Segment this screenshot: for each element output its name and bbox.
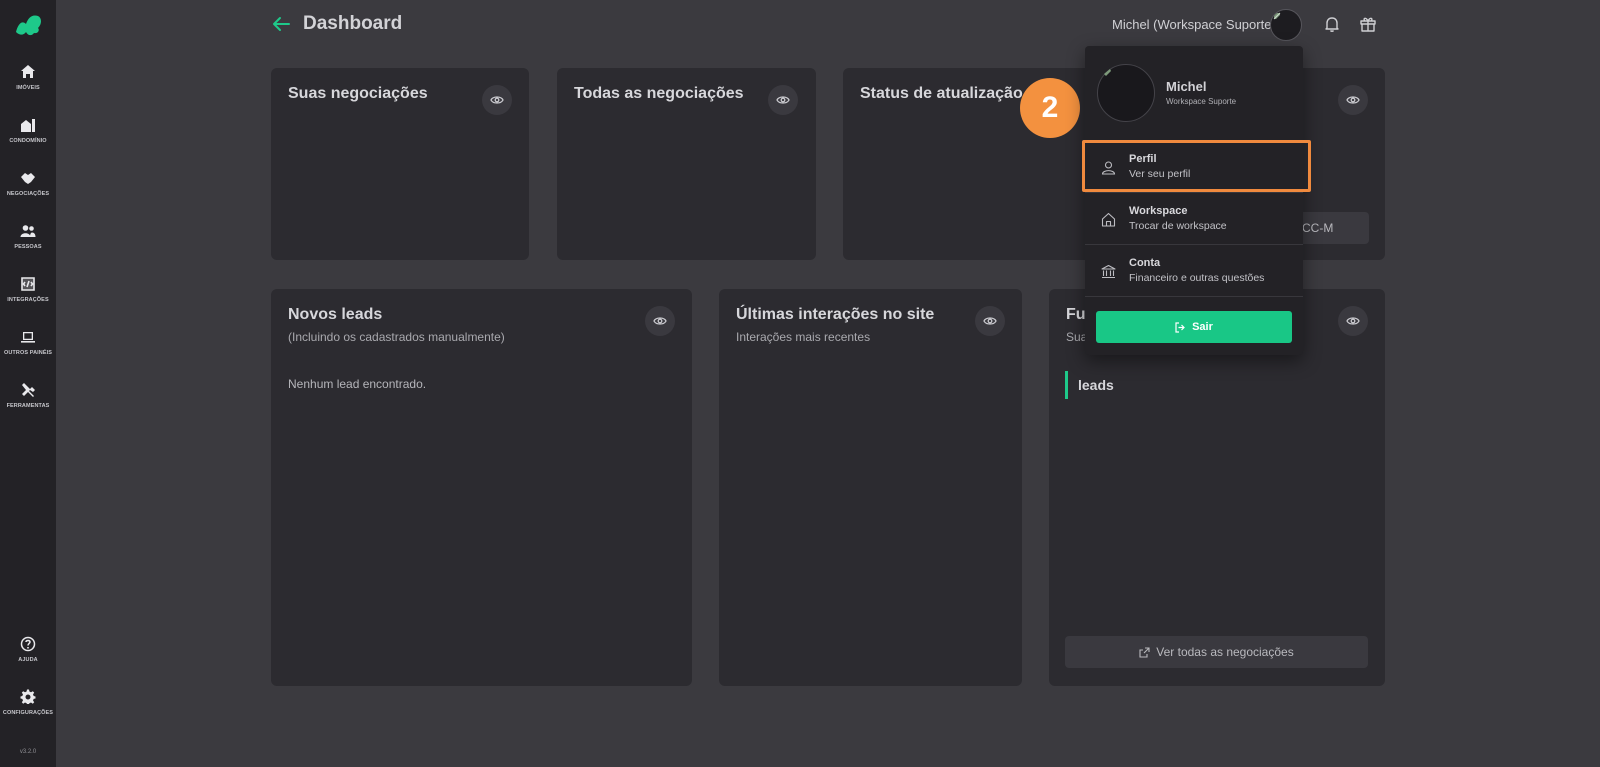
sidebar: IMÓVEIS CONDOMÍNIO NEGOCIAÇÕES PESSOAS I… — [0, 0, 56, 767]
step-badge: 2 — [1020, 78, 1080, 138]
eye-icon — [776, 96, 790, 104]
dropdown-item-subtitle: Ver seu perfil — [1129, 168, 1191, 180]
dropdown-item-title: Conta — [1129, 257, 1161, 269]
house-icon — [1101, 212, 1116, 227]
sidebar-item-negociacoes[interactable]: NEGOCIAÇÕES — [0, 170, 56, 197]
external-link-icon — [1139, 646, 1150, 658]
eye-icon — [1346, 317, 1360, 325]
users-icon — [20, 225, 36, 237]
bank-icon — [1101, 264, 1116, 279]
dropdown-workspace-name: Workspace Suporte — [1166, 97, 1237, 106]
card-suas-negociacoes: Suas negociações — [271, 68, 529, 260]
card-title: Todas as negociações — [574, 85, 744, 102]
sidebar-item-outros-paineis[interactable]: OUTROS PAINÉIS — [0, 329, 56, 356]
sidebar-item-label: PESSOAS — [14, 244, 42, 250]
card-ultimas-interacoes: Últimas interações no site Interações ma… — [719, 289, 1022, 686]
logout-label: Sair — [1192, 321, 1213, 333]
card-title: Suas negociações — [288, 85, 428, 102]
back-arrow-icon[interactable] — [271, 14, 291, 34]
card-title: Status de atualização — [860, 85, 1023, 102]
status-action-button[interactable]: CC-M — [1293, 212, 1369, 244]
visibility-toggle-button[interactable] — [975, 306, 1005, 336]
sidebar-item-imoveis[interactable]: IMÓVEIS — [0, 64, 56, 91]
sidebar-item-label: AJUDA — [18, 657, 38, 663]
sidebar-item-ferramentas[interactable]: FERRAMENTAS — [0, 382, 56, 409]
integration-icon — [21, 277, 35, 291]
dropdown-item-workspace[interactable]: Workspace Trocar de workspace — [1085, 192, 1303, 244]
laptop-icon — [21, 332, 35, 343]
logo-icon[interactable] — [12, 10, 44, 38]
dropdown-user-name: Michel — [1166, 79, 1207, 94]
app-version: v3.2.0 — [19, 749, 37, 755]
dropdown-divider — [1085, 296, 1303, 297]
bell-icon[interactable] — [1323, 15, 1341, 33]
visibility-toggle-button[interactable] — [768, 85, 798, 115]
broken-image-icon — [1273, 12, 1281, 20]
sidebar-item-label: IMÓVEIS — [16, 85, 40, 91]
sidebar-item-label: NEGOCIAÇÕES — [6, 191, 50, 197]
handshake-icon — [21, 173, 35, 184]
profile-dropdown: Michel Workspace Suporte Perfil Ver seu … — [1085, 46, 1303, 355]
funnel-stage-leads: leads — [1065, 371, 1114, 399]
eye-icon — [490, 96, 504, 104]
visibility-toggle-button[interactable] — [1338, 85, 1368, 115]
visibility-toggle-button[interactable] — [645, 306, 675, 336]
sidebar-item-label: CONFIGURAÇÕES — [2, 710, 54, 716]
tools-icon — [22, 383, 35, 397]
view-all-deals-button[interactable]: Ver todas as negociações — [1065, 636, 1368, 668]
sidebar-item-integracoes[interactable]: INTEGRAÇÕES — [0, 276, 56, 303]
gift-icon[interactable] — [1359, 15, 1377, 33]
building-icon — [21, 119, 35, 132]
gear-icon — [20, 689, 36, 704]
sidebar-item-condominio[interactable]: CONDOMÍNIO — [0, 117, 56, 144]
view-all-deals-label: Ver todas as negociações — [1156, 645, 1294, 659]
eye-icon — [983, 317, 997, 325]
dropdown-item-subtitle: Financeiro e outras questões — [1129, 272, 1265, 284]
card-title: Novos leads — [288, 306, 383, 323]
visibility-toggle-button[interactable] — [482, 85, 512, 115]
user-icon — [1101, 161, 1116, 175]
sidebar-item-configuracoes[interactable]: CONFIGURAÇÕES — [0, 689, 56, 716]
card-title: Fu — [1066, 306, 1086, 323]
status-action-label: CC-M — [1302, 221, 1334, 235]
avatar[interactable] — [1270, 9, 1302, 41]
dropdown-avatar — [1097, 64, 1155, 122]
empty-state-text: Nenhum lead encontrado. — [288, 377, 427, 391]
sidebar-item-label: OUTROS PAINÉIS — [3, 350, 53, 356]
card-title: Últimas interações no site — [736, 306, 935, 323]
help-icon — [20, 636, 36, 652]
card-todas-negociacoes: Todas as negociações — [557, 68, 816, 260]
dropdown-item-subtitle: Trocar de workspace — [1129, 220, 1227, 232]
dropdown-item-conta[interactable]: Conta Financeiro e outras questões — [1085, 244, 1303, 296]
sidebar-item-pessoas[interactable]: PESSOAS — [0, 223, 56, 250]
logout-button[interactable]: Sair — [1096, 311, 1292, 343]
sidebar-item-label: INTEGRAÇÕES — [7, 297, 49, 303]
broken-image-icon — [1104, 69, 1111, 76]
dropdown-item-title: Workspace — [1129, 205, 1188, 217]
eye-icon — [1346, 96, 1360, 104]
card-novos-leads: Novos leads (Incluindo os cadastrados ma… — [271, 289, 692, 686]
visibility-toggle-button[interactable] — [1338, 306, 1368, 336]
sidebar-item-label: FERRAMENTAS — [6, 403, 50, 409]
sidebar-item-ajuda[interactable]: AJUDA — [0, 636, 56, 663]
logout-icon — [1175, 321, 1185, 333]
home-icon — [21, 65, 35, 78]
dropdown-item-perfil[interactable]: Perfil Ver seu perfil — [1085, 140, 1303, 192]
card-subtitle: Interações mais recentes — [736, 330, 871, 344]
dropdown-item-title: Perfil — [1129, 153, 1157, 165]
eye-icon — [653, 317, 667, 325]
page-title: Dashboard — [303, 13, 403, 34]
user-name[interactable]: Michel (Workspace Suporte) — [1112, 17, 1276, 32]
card-subtitle: (Incluindo os cadastrados manualmente) — [288, 330, 505, 344]
sidebar-item-label: CONDOMÍNIO — [9, 138, 47, 144]
